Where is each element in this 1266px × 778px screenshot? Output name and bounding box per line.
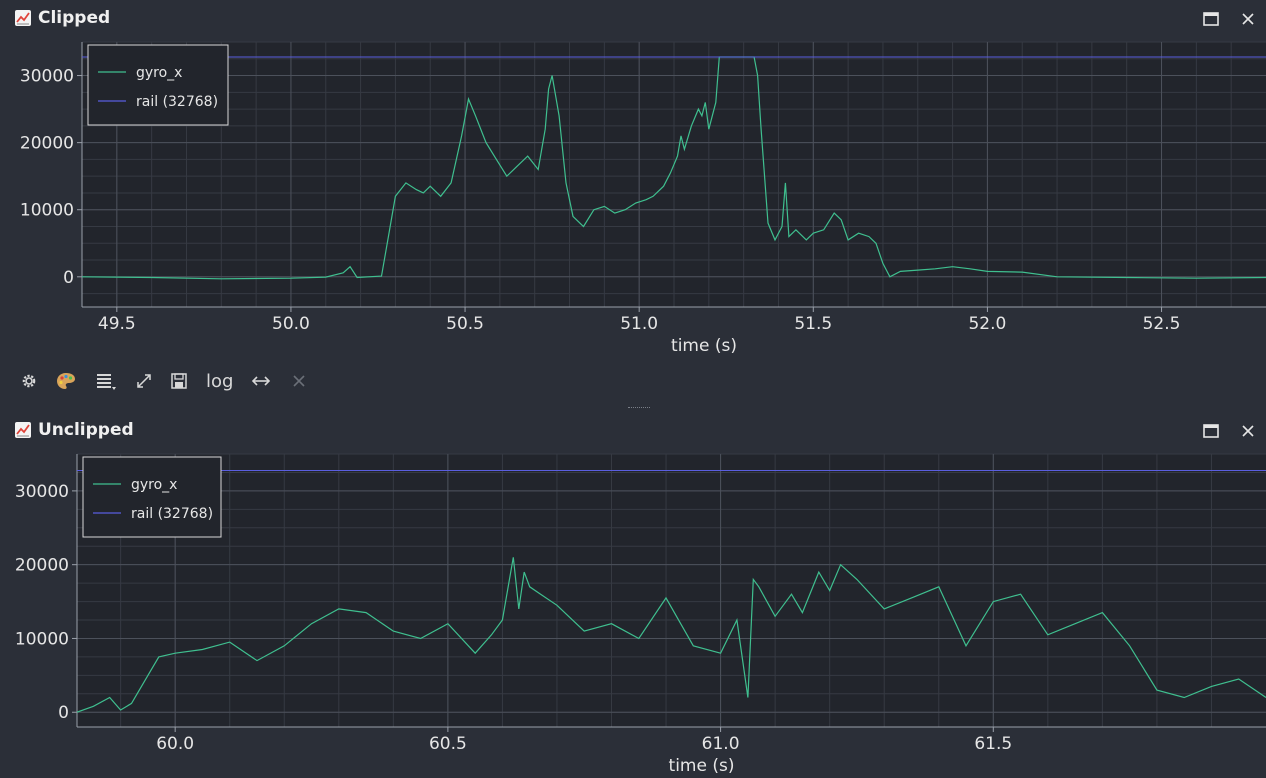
chart-plot-area[interactable]: 60.0 60.5 61.0 61.5 0 10000 20000 30000 time (s)… [0, 452, 1266, 778]
splitter-grip[interactable] [628, 407, 650, 411]
close-icon [1242, 13, 1254, 25]
x-tick-label: 51.0 [620, 314, 658, 334]
x-tick-label: 50.5 [446, 314, 484, 334]
x-tick-label: 52.0 [968, 314, 1006, 334]
plot-background [77, 454, 1266, 727]
save-button[interactable] [168, 368, 190, 394]
maximize-button[interactable] [1200, 8, 1222, 30]
panel-titlebar: Clipped [0, 0, 1266, 40]
panel-title: Unclipped [14, 420, 134, 440]
plot-toolbar: log [0, 358, 1266, 404]
y-tick-label: 30000 [20, 67, 74, 87]
x-tick-label: 51.5 [794, 314, 832, 334]
y-tick-label: 0 [63, 268, 74, 288]
legend[interactable]: gyro_xrail (32768) [87, 44, 229, 126]
close-button[interactable] [1237, 8, 1259, 30]
expand-icon [137, 374, 151, 388]
close-icon [293, 375, 305, 387]
layout-menu-button[interactable] [95, 368, 117, 394]
x-tick-label: 61.0 [702, 734, 740, 754]
x-tick-label: 61.5 [974, 734, 1012, 754]
fit-width-button[interactable] [250, 368, 272, 394]
x-tick-label: 49.5 [98, 314, 136, 334]
legend-box [87, 44, 229, 126]
close-button[interactable] [1237, 420, 1259, 442]
list-dropdown-icon [97, 374, 116, 390]
save-icon [171, 373, 187, 389]
panel-title-text: Unclipped [38, 420, 134, 440]
chart-plot-area[interactable]: 49.5 50.0 50.5 51.0 51.5 52.0 52.5 0 10000 20000 3… [10, 40, 1266, 358]
y-tick-label: 30000 [15, 482, 69, 502]
legend-label: rail (32768) [136, 94, 218, 110]
maximize-icon [1203, 424, 1219, 438]
legend-label: rail (32768) [131, 506, 213, 522]
x-tick-label: 60.5 [429, 734, 467, 754]
panel-title-text: Clipped [38, 8, 111, 28]
y-tick-label: 10000 [15, 629, 69, 649]
y-tick-label: 0 [58, 703, 69, 723]
log-scale-button[interactable]: log [206, 368, 233, 394]
panel-clipped: Clipped 49.5 50.0 50.5 51.0 51.5 52.0 52.5 0 100… [0, 0, 1266, 358]
panel-titlebar: Unclipped [0, 412, 1266, 452]
legend-label: gyro_x [131, 477, 177, 493]
x-axis-label: time (s) [669, 756, 735, 776]
chart-increasing-icon [15, 422, 31, 438]
settings-button[interactable] [18, 368, 40, 394]
maximize-icon [1203, 12, 1219, 26]
chart-increasing-icon [15, 10, 31, 26]
chart-unclipped[interactable]: 60.0 60.5 61.0 61.5 0 10000 20000 30000 time (s)… [0, 452, 1266, 778]
x-tick-label: 60.0 [156, 734, 194, 754]
x-tick-label: 52.5 [1143, 314, 1181, 334]
panel-title: Clipped [14, 8, 110, 28]
x-axis-label: time (s) [671, 336, 737, 356]
legend-label: gyro_x [136, 65, 182, 81]
horizontal-arrows-icon [251, 376, 271, 386]
legend-box [82, 456, 222, 538]
maximize-button[interactable] [1200, 420, 1222, 442]
legend[interactable]: gyro_xrail (32768) [82, 456, 222, 538]
clear-button[interactable] [288, 368, 310, 394]
y-tick-label: 10000 [20, 201, 74, 221]
y-tick-label: 20000 [15, 556, 69, 576]
palette-button[interactable] [55, 368, 77, 394]
panel-unclipped: Unclipped 60.0 60.5 61.0 61.5 0 10000 20000 300… [0, 412, 1266, 778]
expand-button[interactable] [133, 368, 155, 394]
palette-icon [57, 373, 75, 389]
x-tick-label: 50.0 [272, 314, 310, 334]
chart-clipped[interactable]: 49.5 50.0 50.5 51.0 51.5 52.0 52.5 0 10000 20000 3… [10, 40, 1266, 358]
gear-icon [22, 374, 36, 388]
close-icon [1242, 425, 1254, 437]
y-tick-label: 20000 [20, 134, 74, 154]
